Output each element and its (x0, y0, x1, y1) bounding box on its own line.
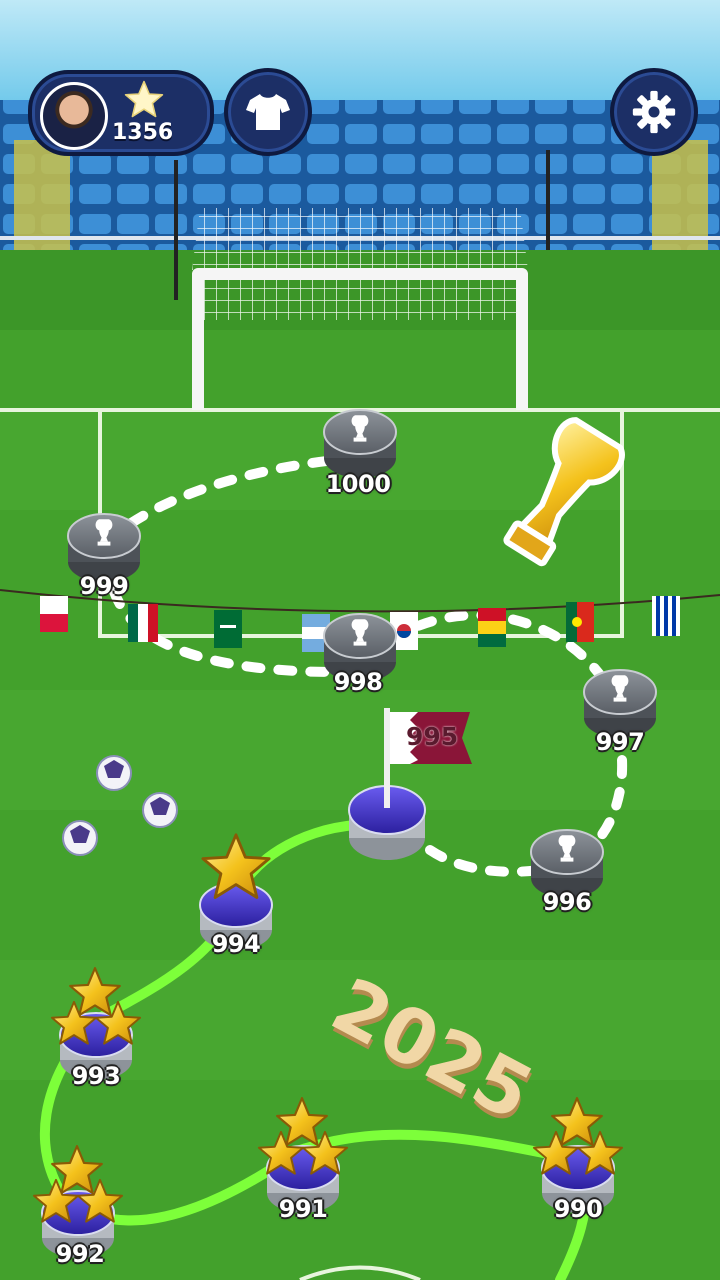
player-avatar (40, 82, 108, 150)
level-label-991: 991 (278, 1195, 328, 1223)
star-icon (124, 80, 164, 118)
profile-button[interactable]: 1356 (28, 70, 214, 156)
gear-icon (632, 90, 676, 134)
stars-count: 1356 (112, 120, 174, 145)
soccer-ball (62, 820, 98, 856)
level-label-990: 990 (553, 1195, 603, 1223)
flag-uruguay (652, 596, 680, 636)
level-label-996: 996 (542, 888, 592, 916)
current-level-number: 995 (406, 722, 459, 751)
level-label-997: 997 (595, 728, 645, 756)
shirt-icon (246, 94, 290, 130)
stand-pillar-left (14, 140, 70, 250)
flag-saudi-arabia (214, 610, 242, 648)
level-label-1000: 1000 (325, 470, 391, 498)
kit-button[interactable] (224, 68, 312, 156)
flag-portugal (566, 602, 594, 642)
soccer-ball (142, 792, 178, 828)
level-label-993: 993 (71, 1062, 121, 1090)
goal-net (192, 208, 528, 270)
flag-ghana (478, 608, 506, 647)
level-label-994: 994 (211, 930, 261, 958)
flag-poland (40, 596, 68, 632)
flag-mexico (128, 604, 158, 642)
level-node-1000[interactable] (323, 409, 397, 478)
level-label-998: 998 (333, 668, 383, 696)
level-label-999: 999 (79, 572, 129, 600)
level-label-992: 992 (55, 1240, 105, 1268)
settings-button[interactable] (610, 68, 698, 156)
stand-pillar-right (652, 140, 708, 250)
goal-net (200, 280, 520, 320)
soccer-ball (96, 755, 132, 791)
